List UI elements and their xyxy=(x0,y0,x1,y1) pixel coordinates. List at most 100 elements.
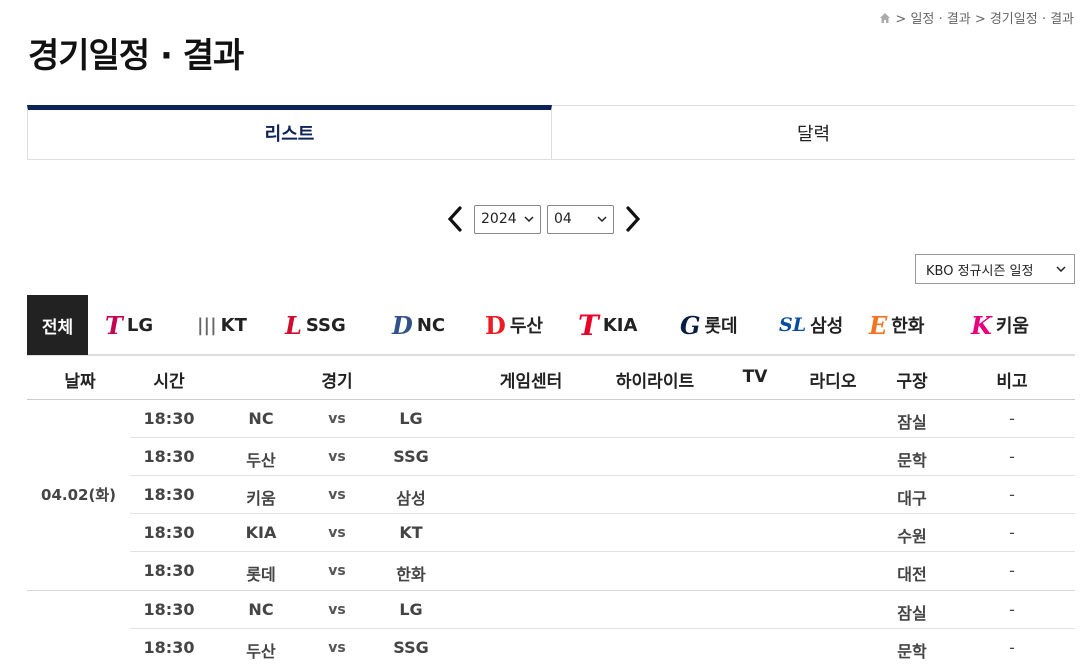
home-team: SSG xyxy=(393,447,429,466)
away-team: KIA xyxy=(245,523,277,542)
samsung-logo-icon: SL xyxy=(779,314,807,336)
col-tv: TV xyxy=(742,367,768,387)
nc-logo-icon: D xyxy=(392,310,413,340)
game-time: 18:30 xyxy=(143,409,195,428)
away-team: 두산 xyxy=(246,451,276,470)
lg-logo-icon: T xyxy=(105,310,123,340)
table-row: 18:30 두산 vs SSG 문학 - xyxy=(27,438,1075,476)
col-time: 시간 xyxy=(153,372,185,392)
chevron-left-icon xyxy=(447,206,462,232)
month-select[interactable]: 04 xyxy=(547,204,614,234)
tab-list[interactable]: 리스트 xyxy=(27,105,552,159)
team-name: 삼성 xyxy=(810,316,844,337)
team-name: 키움 xyxy=(995,316,1029,337)
away-team: 두산 xyxy=(246,642,276,661)
team-filter-lotte[interactable]: G 롯데 xyxy=(680,311,738,340)
season-select[interactable]: KBO 정규시즌 일정 xyxy=(915,254,1075,284)
away-team: NC xyxy=(248,600,274,619)
hanwha-logo-icon: E xyxy=(869,310,888,340)
view-tabs: 리스트 달력 xyxy=(27,105,1075,160)
team-filter-samsung[interactable]: SL 삼성 xyxy=(779,312,843,338)
game-time: 18:30 xyxy=(143,447,195,466)
doosan-logo-icon: D xyxy=(485,310,506,340)
home-team: 한화 xyxy=(396,565,426,584)
team-filter-all[interactable]: 전체 xyxy=(27,295,88,355)
stadium: 대전 xyxy=(897,565,927,584)
stadium: 잠실 xyxy=(897,413,927,432)
col-game: 경기 xyxy=(321,372,353,392)
vs-label: vs xyxy=(328,563,346,579)
team-filter-doosan[interactable]: D 두산 xyxy=(485,311,543,340)
table-row: 18:30 NC vs LG 잠실 - xyxy=(27,591,1075,629)
chevron-down-icon xyxy=(524,216,534,222)
date-nav: 2024 04 xyxy=(442,202,646,236)
vs-label: vs xyxy=(328,449,346,465)
team-filter-kt[interactable]: ||| KT xyxy=(197,315,247,336)
team-name: KIA xyxy=(602,314,638,336)
team-filter-kia[interactable]: T KIA xyxy=(578,309,637,342)
year-select[interactable]: 2024 xyxy=(474,204,541,234)
col-note: 비고 xyxy=(996,372,1028,392)
vs-label: vs xyxy=(328,411,346,427)
team-name: 두산 xyxy=(509,316,543,337)
home-icon[interactable] xyxy=(879,12,891,24)
team-name: 롯데 xyxy=(704,316,738,337)
team-filter: 전체 T LG ||| KT L SSG D NC D 두산 T KIA G 롯… xyxy=(27,295,1075,356)
breadcrumb-path[interactable]: > 일정 · 결과 > 경기일정 · 결과 xyxy=(895,8,1074,27)
note: - xyxy=(1009,638,1015,657)
team-name: SSG xyxy=(305,314,346,336)
chevron-down-icon xyxy=(1056,266,1066,272)
col-radio: 라디오 xyxy=(809,372,857,392)
prev-month-button[interactable] xyxy=(442,202,468,236)
team-name: 한화 xyxy=(891,316,925,337)
team-filter-ssg[interactable]: L SSG xyxy=(285,311,346,340)
stadium: 문학 xyxy=(897,642,927,661)
team-filter-hanwha[interactable]: E 한화 xyxy=(869,311,924,340)
game-time: 18:30 xyxy=(143,485,195,504)
col-gamecenter: 게임센터 xyxy=(499,372,563,392)
col-date: 날짜 xyxy=(64,372,96,392)
col-highlight: 하이라이트 xyxy=(615,372,695,392)
year-value: 2024 xyxy=(481,211,517,227)
team-filter-nc[interactable]: D NC xyxy=(392,311,445,340)
game-time: 18:30 xyxy=(143,600,195,619)
table-row: 18:30 두산 vs SSG 문학 - xyxy=(27,629,1075,667)
table-row: 18:30 키움 vs 삼성 대구 - xyxy=(27,476,1075,514)
next-month-button[interactable] xyxy=(620,202,646,236)
home-team: LG xyxy=(399,600,423,619)
table-row: 18:30 NC vs LG 잠실 - xyxy=(27,400,1075,438)
home-team: 삼성 xyxy=(396,489,426,508)
note: - xyxy=(1009,447,1015,466)
team-name: NC xyxy=(416,314,446,336)
table-row: 18:30 KIA vs KT 수원 - xyxy=(27,514,1075,552)
ssg-logo-icon: L xyxy=(285,310,302,340)
table-row: 18:30 롯데 vs 한화 대전 - xyxy=(27,552,1075,590)
season-select-value: KBO 정규시즌 일정 xyxy=(926,263,1034,279)
chevron-right-icon xyxy=(626,206,641,232)
note: - xyxy=(1009,485,1015,504)
vs-label: vs xyxy=(328,640,346,656)
chevron-down-icon xyxy=(597,216,607,222)
kt-logo-icon: ||| xyxy=(197,314,217,336)
breadcrumb: > 일정 · 결과 > 경기일정 · 결과 xyxy=(879,8,1074,27)
home-team: LG xyxy=(399,409,423,428)
stadium: 잠실 xyxy=(897,604,927,623)
away-team: 키움 xyxy=(246,489,276,508)
stadium: 문학 xyxy=(897,451,927,470)
vs-label: vs xyxy=(328,487,346,503)
col-stadium: 구장 xyxy=(896,372,928,392)
page-title: 경기일정 · 결과 xyxy=(28,36,244,76)
note: - xyxy=(1009,409,1015,428)
home-team: SSG xyxy=(393,638,429,657)
team-filter-lg[interactable]: T LG xyxy=(105,311,153,340)
vs-label: vs xyxy=(328,602,346,618)
team-filter-kiwoom[interactable]: K 키움 xyxy=(971,311,1029,340)
stadium: 대구 xyxy=(897,489,927,508)
kiwoom-logo-icon: K xyxy=(971,310,992,340)
month-value: 04 xyxy=(554,211,572,227)
stadium: 수원 xyxy=(897,527,927,546)
schedule-table-header: 날짜 시간 경기 게임센터 하이라이트 TV 라디오 구장 비고 xyxy=(27,356,1075,400)
tab-calendar[interactable]: 달력 xyxy=(552,105,1075,159)
away-team: NC xyxy=(248,409,274,428)
home-team: KT xyxy=(399,523,423,542)
